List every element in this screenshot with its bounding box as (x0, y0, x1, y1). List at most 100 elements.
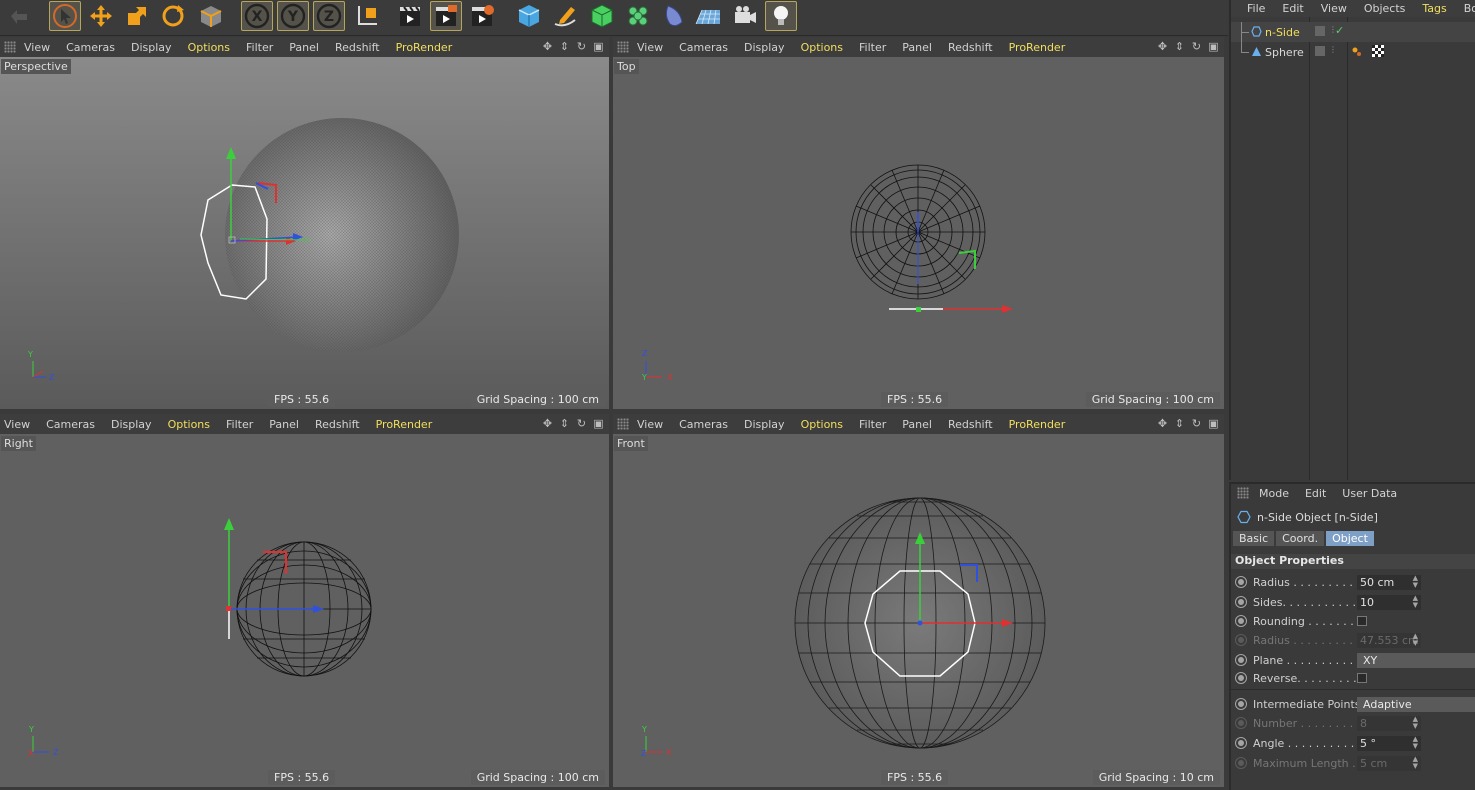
deformer-icon[interactable] (658, 1, 690, 31)
radius-field[interactable]: 50 cm ▲ ▼ (1357, 574, 1421, 590)
orbit-view-icon[interactable]: ↻ (575, 417, 588, 430)
menu-cameras[interactable]: Cameras (66, 41, 115, 54)
drag-grip-icon[interactable] (617, 418, 629, 430)
animate-key-icon[interactable] (1235, 654, 1247, 666)
pan-view-icon[interactable]: ✥ (541, 40, 554, 53)
menu-filter[interactable]: Filter (859, 418, 886, 431)
menu-prorender[interactable]: ProRender (1009, 418, 1066, 431)
menu-file[interactable]: File (1247, 2, 1265, 15)
menu-panel[interactable]: Panel (902, 41, 932, 54)
menu-options[interactable]: Options (801, 41, 843, 54)
subdivision-icon[interactable] (586, 1, 618, 31)
orbit-view-icon[interactable]: ↻ (1190, 40, 1203, 53)
menu-view[interactable]: View (637, 418, 663, 431)
y-axis-lock-icon[interactable]: Y (277, 1, 309, 31)
render-settings-icon[interactable] (466, 1, 498, 31)
menu-objects[interactable]: Objects (1364, 2, 1406, 15)
tab-basic[interactable]: Basic (1233, 531, 1275, 546)
viewport-top[interactable]: View Cameras Display Options Filter Pane… (613, 37, 1224, 409)
animate-key-icon[interactable] (1235, 737, 1247, 749)
menu-view[interactable]: View (24, 41, 50, 54)
viewport-canvas[interactable]: Z Y X Top FPS : 55.6 Grid Spacing : 100 … (613, 57, 1224, 409)
menu-filter[interactable]: Filter (226, 418, 253, 431)
menu-user-data[interactable]: User Data (1342, 487, 1397, 500)
coordinate-system-icon[interactable] (351, 1, 383, 31)
viewport-canvas[interactable]: Y X Z Right FPS : 55.6 Grid Spacing : 10… (0, 434, 609, 787)
animate-key-icon[interactable] (1235, 615, 1247, 627)
render-view-icon[interactable] (394, 1, 426, 31)
menu-cameras[interactable]: Cameras (46, 418, 95, 431)
orbit-view-icon[interactable]: ↻ (1190, 417, 1203, 430)
menu-display[interactable]: Display (744, 418, 785, 431)
menu-edit[interactable]: Edit (1305, 487, 1326, 500)
reverse-checkbox[interactable] (1357, 673, 1367, 683)
menu-prorender[interactable]: ProRender (376, 418, 433, 431)
menu-filter[interactable]: Filter (859, 41, 886, 54)
menu-panel[interactable]: Panel (269, 418, 299, 431)
rounding-checkbox[interactable] (1357, 616, 1367, 626)
move-icon[interactable] (85, 1, 117, 31)
maximize-view-icon[interactable]: ▣ (1207, 40, 1220, 53)
object-row-nside[interactable]: n-Side ⋮ ✓ (1231, 22, 1475, 42)
menu-display[interactable]: Display (744, 41, 785, 54)
floor-icon[interactable] (692, 1, 724, 31)
viewport-canvas[interactable]: Y Z Perspective FPS : 55.6 Grid Spacing … (0, 57, 609, 409)
intermediate-points-dropdown[interactable]: Adaptive (1357, 696, 1475, 712)
render-picture-viewer-icon[interactable] (430, 1, 462, 31)
menu-filter[interactable]: Filter (246, 41, 273, 54)
menu-options[interactable]: Options (801, 418, 843, 431)
dolly-view-icon[interactable]: ⇕ (1173, 417, 1186, 430)
tab-object[interactable]: Object (1326, 531, 1374, 546)
menu-panel[interactable]: Panel (289, 41, 319, 54)
select-icon[interactable] (49, 1, 81, 31)
camera-icon[interactable] (729, 1, 761, 31)
visibility-dots-icon[interactable] (1315, 26, 1325, 36)
dolly-view-icon[interactable]: ⇕ (1173, 40, 1186, 53)
animate-key-icon[interactable] (1235, 672, 1247, 684)
menu-view[interactable]: View (1321, 2, 1347, 15)
menu-bookmarks[interactable]: Book (1464, 2, 1475, 15)
enabled-check-icon[interactable]: ✓ (1335, 24, 1344, 37)
visibility-dots-icon[interactable] (1315, 46, 1325, 56)
animate-key-icon[interactable] (1235, 698, 1247, 710)
maximize-view-icon[interactable]: ▣ (592, 40, 605, 53)
last-tool-icon[interactable] (195, 1, 227, 31)
angle-field[interactable]: 5 ° ▲ ▼ (1357, 735, 1421, 751)
z-axis-lock-icon[interactable]: Z (313, 1, 345, 31)
menu-redshift[interactable]: Redshift (948, 418, 993, 431)
menu-display[interactable]: Display (111, 418, 152, 431)
animate-key-icon[interactable] (1235, 576, 1247, 588)
menu-view[interactable]: View (637, 41, 663, 54)
menu-cameras[interactable]: Cameras (679, 418, 728, 431)
menu-redshift[interactable]: Redshift (335, 41, 380, 54)
orbit-view-icon[interactable]: ↻ (575, 40, 588, 53)
maximize-view-icon[interactable]: ▣ (1207, 417, 1220, 430)
object-row-sphere[interactable]: Sphere ⋮ (1231, 42, 1475, 62)
plane-dropdown[interactable]: XY (1357, 652, 1475, 668)
object-name[interactable]: Sphere (1265, 46, 1304, 59)
menu-cameras[interactable]: Cameras (679, 41, 728, 54)
menu-prorender[interactable]: ProRender (1009, 41, 1066, 54)
menu-edit[interactable]: Edit (1282, 2, 1303, 15)
viewport-right[interactable]: View Cameras Display Options Filter Pane… (0, 414, 609, 787)
menu-display[interactable]: Display (131, 41, 172, 54)
pan-view-icon[interactable]: ✥ (1156, 40, 1169, 53)
scale-icon[interactable] (121, 1, 153, 31)
menu-panel[interactable]: Panel (902, 418, 932, 431)
dolly-view-icon[interactable]: ⇕ (558, 40, 571, 53)
menu-tags[interactable]: Tags (1422, 2, 1446, 15)
sphere-object[interactable] (225, 118, 459, 352)
pan-view-icon[interactable]: ✥ (1156, 417, 1169, 430)
menu-redshift[interactable]: Redshift (948, 41, 993, 54)
pen-spline-icon[interactable] (549, 1, 581, 31)
menu-mode[interactable]: Mode (1259, 487, 1289, 500)
menu-redshift[interactable]: Redshift (315, 418, 360, 431)
object-name[interactable]: n-Side (1265, 26, 1300, 39)
drag-grip-icon[interactable] (1237, 487, 1249, 499)
menu-options[interactable]: Options (168, 418, 210, 431)
light-icon[interactable] (765, 1, 797, 31)
undo-icon[interactable] (3, 1, 35, 31)
menu-options[interactable]: Options (188, 41, 230, 54)
viewport-front[interactable]: View Cameras Display Options Filter Pane… (613, 414, 1224, 787)
viewport-perspective[interactable]: View Cameras Display Options Filter Pane… (0, 37, 609, 409)
